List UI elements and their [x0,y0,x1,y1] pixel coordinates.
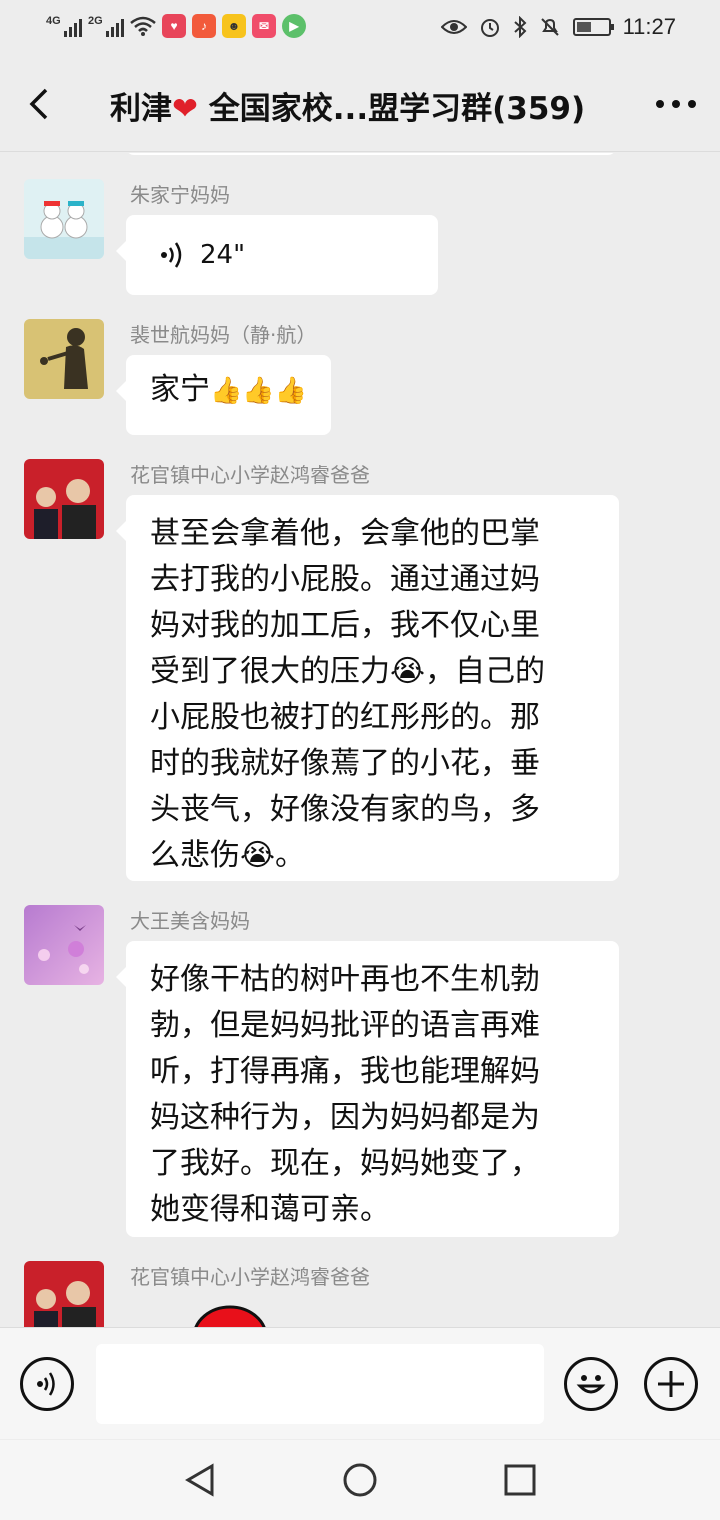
avatar[interactable] [24,179,104,259]
message-text: 家宁 [150,372,210,407]
message-line: 么悲伤😭。 [150,838,306,873]
message-line: 了我好。现在，妈妈她变了， [150,1146,540,1181]
thumbs-up-emoji: 👍👍👍 [210,376,308,406]
eye-icon [440,20,467,34]
voice-duration: 24" [200,240,246,270]
alarm-icon [480,19,499,37]
message-line: 勃，但是妈妈批评的语言再难 [150,1008,540,1043]
voice-message[interactable]: 24" [116,215,438,295]
more-button[interactable] [652,86,700,122]
message-item: 裴世航妈妈（静·航） 家宁👍👍👍 [24,319,704,439]
emoji-button[interactable] [564,1357,618,1411]
signal-2g-icon: 2G [88,15,124,37]
signal-4g-icon: 4G [46,15,82,37]
network-type-label: 2G [88,15,103,27]
message-line: 去打我的小屁股。通过通过妈 [150,562,540,597]
sticker-image[interactable] [190,1297,270,1327]
sender-name: 大王美含妈妈 [130,909,250,933]
app-notification-icon: ☻ [222,14,246,38]
message-line: 她变得和蔼可亲。 [150,1192,390,1227]
message-input[interactable] [96,1344,544,1424]
avatar[interactable] [24,1261,104,1327]
message-item: 大王美含妈妈 好像干枯的树叶再也不生机勃 勃，但是妈妈批评的语言再难 听，打得再… [24,905,704,1245]
message-item: 花官镇中心小学赵鸿睿爸爸 甚至会拿着他，会拿他的巴掌 去打我的小屁股。通过通过妈… [24,459,704,889]
system-nav-bar [0,1440,720,1520]
voice-toggle-icon [37,1372,55,1396]
sender-name: 裴世航妈妈（静·航） [130,323,317,347]
voice-toggle-button[interactable] [20,1357,74,1411]
avatar[interactable] [24,319,104,399]
sender-name: 朱家宁妈妈 [130,183,230,207]
message-item: 朱家宁妈妈 24" [24,179,704,299]
chat-header: 利津❤ 全国家校...盟学习群(359) [0,56,720,152]
group-title: 利津❤ 全国家校...盟学习群(359) [110,83,610,128]
bluetooth-icon [513,16,527,38]
previous-message-bubble [126,153,616,155]
title-rest: 全国家校...盟学习群(359) [197,91,586,127]
emoji-icon [576,1375,606,1394]
message-line: 好像干枯的树叶再也不生机勃 [150,962,540,997]
heart-icon: ❤ [172,91,198,127]
sender-name: 花官镇中心小学赵鸿睿爸爸 [130,1265,370,1289]
chat-area[interactable]: 朱家宁妈妈 24" 裴世航妈妈（静·航） 家宁👍👍👍 花官镇中心小学赵鸿睿爸爸 … [0,153,720,1327]
text-message[interactable]: 甚至会拿着他，会拿他的巴掌 去打我的小屁股。通过通过妈 妈对我的加工后，我不仅心… [116,495,619,881]
app-notification-icon: ✉ [252,14,276,38]
app-notification-icon: ♪ [192,14,216,38]
sender-name: 花官镇中心小学赵鸿睿爸爸 [130,463,370,487]
nav-back-icon[interactable] [182,1462,218,1498]
app-notification-icon: ♥ [162,14,186,38]
status-icons-left: 4G 2G ♥ ♪ ☻ ✉ ▶ [46,14,306,38]
text-message[interactable]: 好像干枯的树叶再也不生机勃 勃，但是妈妈批评的语言再难 听，打得再痛，我也能理解… [116,941,619,1237]
app-notification-icon: ▶ [282,14,306,38]
message-line: 甚至会拿着他，会拿他的巴掌 [150,516,540,551]
status-icons-right: 11:27 [440,14,676,40]
nav-home-icon[interactable] [342,1462,378,1498]
text-message[interactable]: 家宁👍👍👍 [115,355,332,435]
message-line: 时的我就好像蔫了的小花，垂 [150,746,540,781]
message-line: 妈这种行为，因为妈妈都是为 [150,1100,540,1135]
plus-button[interactable] [644,1357,698,1411]
message-composer [0,1327,720,1439]
avatar[interactable] [24,459,104,539]
voice-wave-icon [161,242,182,268]
message-line: 受到了很大的压力😭，自己的 [150,654,546,689]
wifi-icon [130,16,156,36]
status-bar: 4G 2G ♥ ♪ ☻ ✉ ▶ 11:27 [0,0,720,56]
avatar[interactable] [24,905,104,985]
message-item: 花官镇中心小学赵鸿睿爸爸 [24,1261,704,1327]
nav-recents-icon[interactable] [502,1462,538,1498]
battery-icon [572,18,614,36]
message-line: 妈对我的加工后，我不仅心里 [150,608,540,643]
clock: 11:27 [622,14,676,39]
message-line: 小屁股也被打的红彤彤的。那 [150,700,540,735]
title-prefix: 利津 [110,91,172,127]
network-type-label: 4G [46,15,61,27]
message-line: 听，打得再痛，我也能理解妈 [150,1054,540,1089]
plus-icon [658,1371,684,1397]
back-button[interactable] [22,84,62,124]
mute-icon [540,18,559,36]
message-line: 头丧气，好像没有家的鸟，多 [150,792,540,827]
